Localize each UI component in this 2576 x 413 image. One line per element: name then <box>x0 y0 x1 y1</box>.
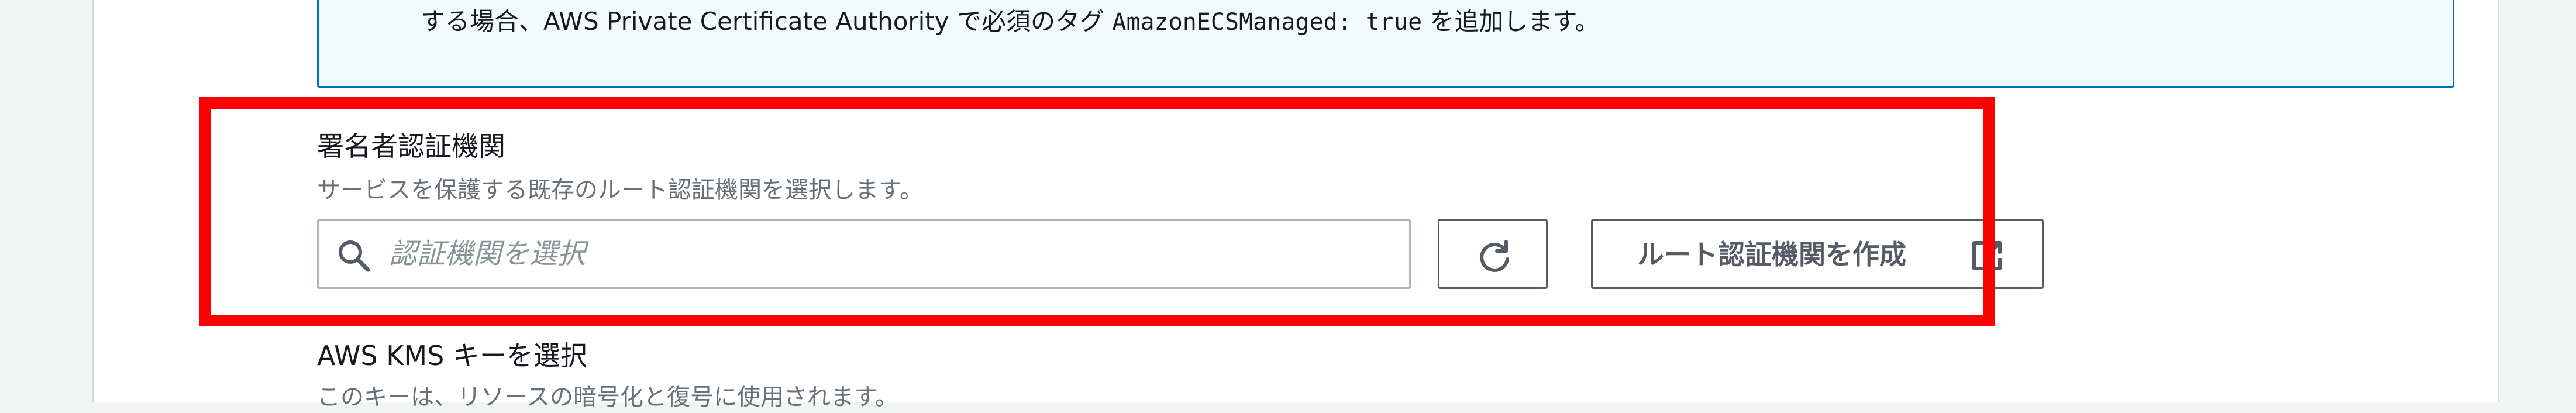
highlight-box <box>199 97 1995 326</box>
info-alert-text: する場合、AWS Private Certificate Authority で… <box>421 1 1599 43</box>
kms-key-description: このキーは、リソースの暗号化と復号に使用されます。 <box>317 384 898 411</box>
kms-key-label: AWS KMS キーを選択 <box>317 340 587 371</box>
info-text-before: する場合、AWS Private Certificate Authority で… <box>421 7 1113 36</box>
info-text-after: を追加します。 <box>1422 7 1600 36</box>
info-alert: する場合、AWS Private Certificate Authority で… <box>317 0 2454 88</box>
info-code: AmazonECSManaged: true <box>1112 9 1423 36</box>
